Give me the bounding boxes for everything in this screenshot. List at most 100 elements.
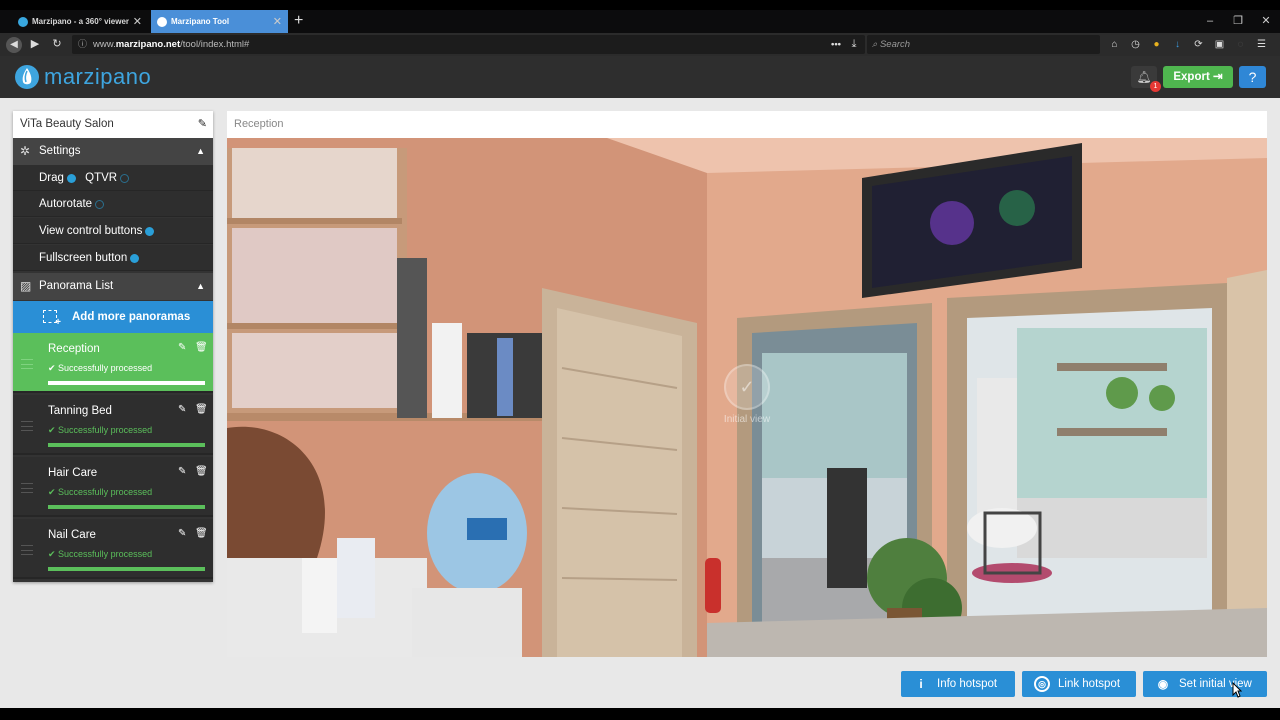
sidebar: ViTa Beauty Salon ✎ ✲ Settings ▲ Drag QT… — [13, 111, 213, 582]
fullscreen-label: Fullscreen button — [39, 252, 128, 264]
radio-selected-icon[interactable] — [66, 173, 76, 183]
autorotate-row[interactable]: Autorotate — [13, 191, 213, 217]
link-hotspot-button[interactable]: ◎ Link hotspot — [1022, 671, 1136, 697]
search-input[interactable]: ⌕ Search — [867, 35, 1100, 54]
panorama-list-header[interactable]: ▨ Panorama List ▲ — [13, 273, 213, 300]
pencil-icon[interactable]: ✎ — [178, 528, 186, 539]
export-label: Export — [1173, 71, 1210, 83]
downloads-icon[interactable]: ↓ — [1167, 33, 1188, 56]
caret-up-icon[interactable]: ▲ — [196, 138, 205, 165]
export-button[interactable]: Export ⇥ — [1163, 66, 1233, 88]
settings-section-header[interactable]: ✲ Settings ▲ — [13, 138, 213, 165]
toggle-on-icon[interactable] — [145, 226, 155, 236]
qtvr-option[interactable]: QTVR — [85, 165, 130, 191]
drag-handle-icon[interactable] — [21, 359, 33, 369]
processing-status: ✔ Successfully processed — [48, 363, 152, 374]
pencil-icon[interactable]: ✎ — [178, 466, 186, 477]
trash-icon[interactable]: 🗑︎ — [195, 528, 208, 539]
trash-icon[interactable]: 🗑︎ — [195, 466, 208, 477]
new-tab-button[interactable]: + — [294, 12, 303, 30]
settings-aperture-icon: ✲ — [20, 144, 31, 158]
browser-tab-marzipano-viewer[interactable]: Marzipano - a 360° viewer f ✕ — [12, 10, 148, 33]
browser-toolbar-icons: ⌂ ◷ ● ↓ ⟳ ▣ ◌ ☰ — [1104, 33, 1272, 56]
scene-title: Reception — [234, 118, 284, 130]
close-tab-icon[interactable]: ✕ — [133, 15, 142, 28]
search-placeholder: Search — [879, 39, 911, 50]
sync-icon[interactable]: ⟳ — [1188, 33, 1209, 56]
marzipano-favicon-icon — [18, 16, 28, 27]
restore-icon[interactable]: ❐ — [1224, 10, 1252, 33]
pencil-icon[interactable]: ✎ — [178, 342, 186, 353]
back-button[interactable]: ◀ — [4, 33, 24, 56]
tab-title: Marzipano Tool — [171, 17, 230, 26]
status-text: Successfully processed — [58, 549, 153, 559]
add-more-panoramas-button[interactable]: Add more panoramas — [13, 301, 213, 333]
drag-handle-icon[interactable] — [21, 483, 33, 493]
toggle-off-icon[interactable] — [95, 199, 105, 209]
eye-icon: ◉ — [1157, 677, 1169, 691]
close-tab-icon[interactable]: ✕ — [273, 15, 282, 28]
home-icon[interactable]: ⌂ — [1104, 33, 1125, 56]
viewer-title-bar: Reception — [227, 111, 1267, 138]
close-window-icon[interactable]: ✕ — [1252, 10, 1280, 33]
history-icon[interactable]: ◷ — [1125, 33, 1146, 56]
browser-nav-bar: ◀ ▶ ↻ ⓘ www.marzipano.net/tool/index.html… — [0, 33, 1280, 56]
export-icon: ⇥ — [1212, 71, 1223, 83]
initial-view-label: Initial view — [723, 414, 771, 425]
window-controls: ‒ ❐ ✕ — [1196, 10, 1280, 33]
reload-icon[interactable]: ↻ — [48, 33, 66, 56]
extension-icon[interactable]: ● — [1146, 33, 1167, 56]
radio-unselected-icon[interactable] — [120, 173, 130, 183]
main-area: ViTa Beauty Salon ✎ ✲ Settings ▲ Drag QT… — [0, 98, 1280, 708]
panorama-list-item[interactable]: Hair Care ✎ 🗑︎ ✔ Successfully processed — [13, 457, 213, 517]
drag-handle-icon[interactable] — [21, 421, 33, 431]
panorama-viewer[interactable]: ✓ Initial view — [227, 138, 1267, 657]
minimize-icon[interactable]: ‒ — [1196, 10, 1224, 33]
panorama-list-item[interactable]: Nail Care ✎ 🗑︎ ✔ Successfully processed — [13, 519, 213, 579]
bell-icon: 🔔︎ — [1136, 70, 1152, 84]
eye-check-icon: ✓ — [724, 364, 770, 410]
progress-fill — [48, 505, 205, 509]
browser-tab-bar: Marzipano - a 360° viewer f ✕ Marzipano … — [0, 10, 1280, 33]
notifications-button[interactable]: 🔔︎ 1 — [1131, 66, 1161, 92]
pencil-icon[interactable]: ✎ — [198, 111, 207, 138]
progress-bar — [48, 443, 205, 447]
bottom-edge — [0, 708, 1280, 720]
help-button[interactable]: ? — [1239, 66, 1266, 88]
toggle-on-icon[interactable] — [130, 253, 140, 263]
drag-option[interactable]: Drag — [39, 165, 76, 191]
image-icon: ▨ — [20, 279, 32, 293]
url-prefix: www. — [93, 39, 116, 50]
trash-icon[interactable]: 🗑︎ — [195, 342, 208, 353]
checkmark-icon: ✔ — [48, 549, 59, 559]
project-name: ViTa Beauty Salon — [20, 118, 114, 130]
info-icon[interactable]: ⓘ — [78, 39, 87, 49]
info-hotspot-button[interactable]: i Info hotspot — [901, 671, 1015, 697]
progress-fill — [48, 567, 205, 571]
menu-icon[interactable]: ☰ — [1251, 33, 1272, 56]
fullscreen-button-row[interactable]: Fullscreen button — [13, 245, 213, 271]
marzipano-favicon-icon — [157, 16, 167, 27]
panorama-list-item[interactable]: Reception ✎ 🗑︎ ✔ Successfully processed — [13, 333, 213, 393]
panorama-list-item[interactable]: Tanning Bed ✎ 🗑︎ ✔ Successfully processed — [13, 395, 213, 455]
drag-label: Drag — [39, 172, 64, 184]
drag-handle-icon[interactable] — [21, 545, 33, 555]
view-control-buttons-row[interactable]: View control buttons — [13, 218, 213, 244]
status-text: Successfully processed — [58, 487, 153, 497]
info-icon: i — [919, 677, 923, 691]
trash-icon[interactable]: 🗑︎ — [195, 404, 208, 415]
forward-button[interactable]: ▶ — [26, 33, 44, 56]
addon-icon[interactable]: ▣ — [1209, 33, 1230, 56]
processing-status: ✔ Successfully processed — [48, 425, 152, 436]
url-path: /tool/index.html# — [180, 39, 250, 50]
url-bar[interactable]: ⓘ www.marzipano.net/tool/index.html# ••• — [72, 35, 865, 54]
pencil-icon[interactable]: ✎ — [178, 404, 186, 415]
page-actions-icon[interactable]: ••• — [831, 35, 841, 54]
caret-up-icon[interactable]: ▲ — [196, 273, 205, 300]
panorama-name: Reception — [48, 343, 100, 355]
browser-tab-marzipano-tool[interactable]: Marzipano Tool ✕ — [151, 10, 288, 33]
processing-status: ✔ Successfully processed — [48, 487, 152, 498]
download-icon[interactable]: ⤓ — [845, 33, 863, 56]
set-initial-view-button[interactable]: ◉ Set initial view — [1143, 671, 1267, 697]
project-name-bar[interactable]: ViTa Beauty Salon ✎ — [13, 111, 213, 138]
